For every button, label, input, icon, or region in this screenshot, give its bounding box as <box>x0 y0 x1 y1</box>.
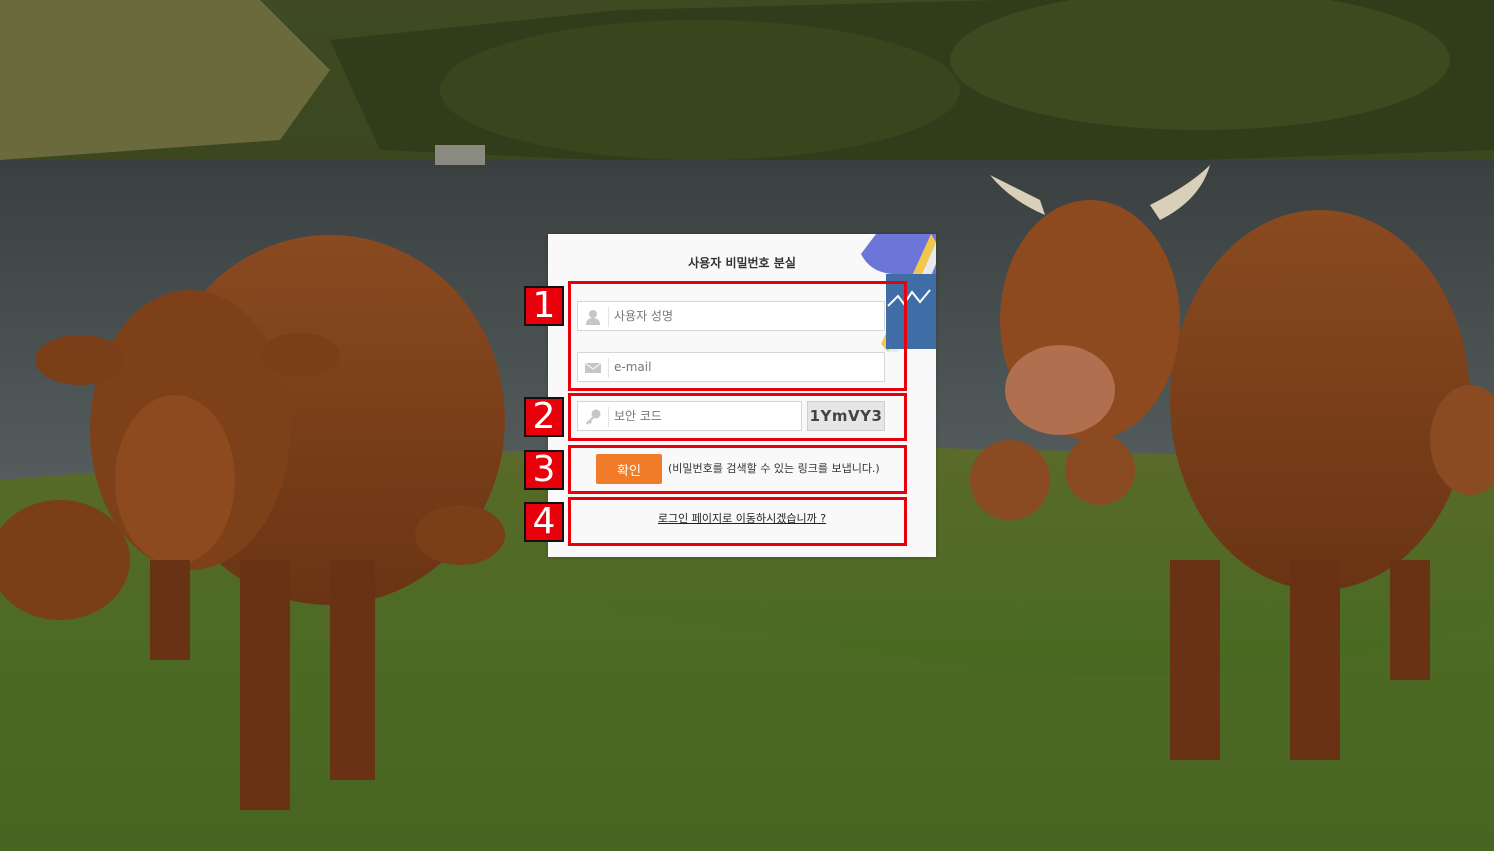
annotation-badge-2: 2 <box>524 397 564 437</box>
highlight-box-2 <box>568 393 907 441</box>
annotation-badge-3: 3 <box>524 450 564 490</box>
highlight-box-4 <box>568 497 907 546</box>
highlight-box-3 <box>568 445 907 494</box>
annotation-badge-1: 1 <box>524 286 564 326</box>
page-title: 사용자 비밀번호 분실 <box>688 256 796 270</box>
annotation-badge-4: 4 <box>524 502 564 542</box>
highlight-box-1 <box>568 281 907 391</box>
